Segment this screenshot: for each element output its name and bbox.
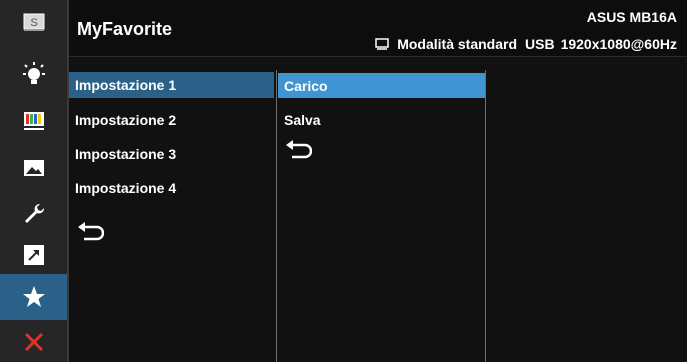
sidebar-item-system[interactable] xyxy=(0,191,67,235)
splendid-s-icon: S xyxy=(23,13,44,31)
sidebar-item-brightness[interactable] xyxy=(0,53,67,97)
shortcut-icon xyxy=(23,245,44,265)
osd-window: S MyFavorite ASUS MB16A Modalità standar… xyxy=(0,0,687,362)
page-title: MyFavorite xyxy=(77,19,173,39)
menu-item-load[interactable]: Carico xyxy=(278,73,485,98)
menu-item-setting-3[interactable]: Impostazione 3 xyxy=(69,141,274,167)
sidebar-item-color[interactable] xyxy=(0,99,67,143)
input-label: USB xyxy=(525,36,555,52)
sidebar-item-shortcut[interactable] xyxy=(0,233,67,277)
sidebar-item-myfavorite[interactable] xyxy=(0,274,67,320)
close-icon xyxy=(24,332,43,352)
mode-label: Modalità standard xyxy=(397,36,518,52)
menu-item-save[interactable]: Salva xyxy=(278,107,485,133)
menu-item-setting-4[interactable]: Impostazione 4 xyxy=(69,175,274,201)
monitor-icon xyxy=(375,38,389,50)
model-name: ASUS MB16A xyxy=(586,9,677,25)
sidebar-item-image[interactable] xyxy=(0,146,67,190)
header: MyFavorite ASUS MB16A Modalità standard … xyxy=(69,0,687,57)
status-line: Modalità standard USB 1920x1080@60Hz xyxy=(375,36,677,52)
sidebar: S xyxy=(0,0,69,362)
column-divider xyxy=(276,70,277,362)
svg-text:S: S xyxy=(30,17,37,29)
color-bars-icon xyxy=(23,112,44,130)
sidebar-item-exit[interactable] xyxy=(0,320,67,364)
menu-item-setting-2[interactable]: Impostazione 2 xyxy=(69,107,274,133)
column-divider xyxy=(485,70,486,362)
brightness-icon xyxy=(22,62,45,84)
wrench-icon xyxy=(24,203,44,223)
resolution-label: 1920x1080@60Hz xyxy=(560,36,677,52)
star-icon xyxy=(22,286,45,307)
back-icon[interactable] xyxy=(78,222,104,242)
menu-item-setting-1[interactable]: Impostazione 1 xyxy=(69,72,274,98)
image-icon xyxy=(23,160,44,176)
back-icon[interactable] xyxy=(286,140,312,160)
sidebar-item-splendid[interactable]: S xyxy=(0,0,67,44)
